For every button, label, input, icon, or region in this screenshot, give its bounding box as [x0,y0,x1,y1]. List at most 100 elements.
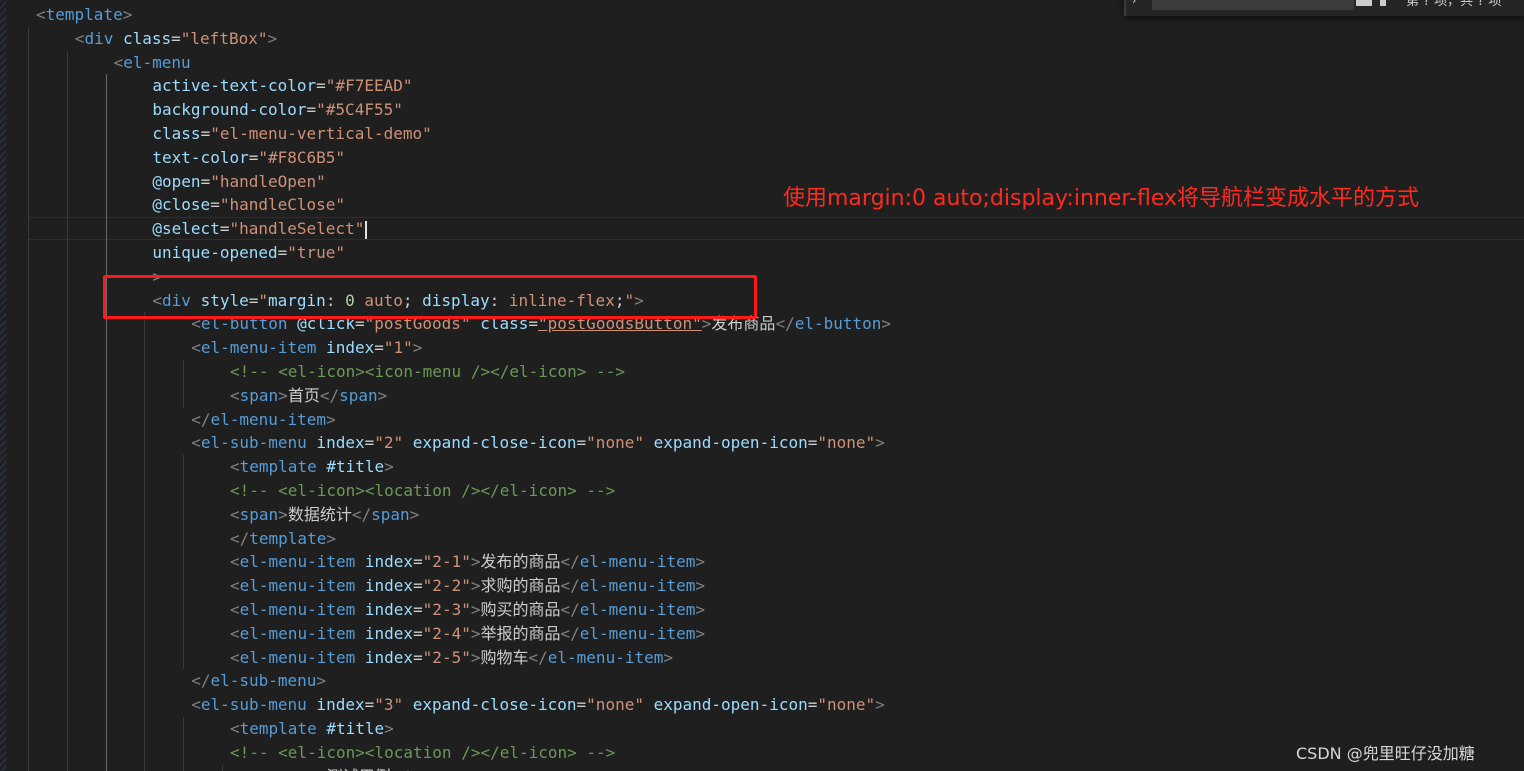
code-token: = [306,100,317,120]
code-line[interactable]: <template #title> [230,717,394,741]
code-token: el-menu-item [579,600,696,619]
code-token: span [278,767,317,771]
code-token: > [317,767,327,771]
code-token: "true" [287,243,346,262]
annotation-text: 使用margin:0 auto;display:inner-flex将导航栏变成… [783,186,1419,211]
code-token: "2-3" [422,600,471,619]
code-token: </ [560,600,580,619]
code-token: "2-1" [422,552,471,572]
code-token: > [412,338,423,358]
code-line[interactable]: <el-menu-item index="1"> [191,336,422,360]
code-line[interactable]: active-text-color="#F7EEAD" [152,74,412,98]
code-line[interactable]: @open="handleOpen" [152,170,325,194]
find-toggle-icon[interactable]: › [1132,0,1136,7]
code-token: < [230,385,240,405]
code-token: = [413,623,423,643]
code-line[interactable]: <span>数据统计</span> [230,503,419,527]
code-token: < [230,504,240,524]
code-token: "none" [586,433,644,453]
code-line[interactable]: class="el-menu-vertical-demo" [152,122,431,146]
indent-guide [144,312,146,771]
code-token: < [230,623,240,643]
code-line[interactable]: </el-menu-item> [191,408,336,432]
indent-guide [66,50,68,771]
match-case-icon[interactable] [1356,0,1372,6]
code-token: "handleClose" [219,195,346,215]
code-line[interactable]: <span>测试用例</ [269,765,410,771]
code-line[interactable]: <el-menu-item index="2-4">举报的商品</el-menu… [230,622,705,646]
code-token: > [663,647,673,667]
code-token: > [695,576,705,596]
code-line[interactable]: <div class="leftBox"> [75,27,277,51]
code-line[interactable]: @select="handleSelect" [152,217,368,241]
code-token: index [355,647,414,667]
code-token: index [316,338,375,358]
code-token: < [230,576,240,596]
code-line[interactable]: <span>首页</span> [230,384,387,408]
code-token: > [267,28,278,48]
code-token: </ [528,647,548,667]
code-token: el-menu-item [579,552,696,572]
code-token: 数据统计 [287,504,352,524]
code-line[interactable]: <!-- <el-icon><location /></el-icon> --> [230,479,615,503]
code-line[interactable]: <el-sub-menu index="2" expand-close-icon… [191,431,885,455]
code-token: el-sub-menu [210,671,317,691]
code-line[interactable]: </template> [230,527,336,551]
code-line[interactable]: <el-menu-item index="2-1">发布的商品</el-menu… [230,550,705,574]
code-editor[interactable]: <template> <div class="leftBox"> <el-menu a… [0,0,1524,771]
code-token: < [230,457,240,477]
code-token: el-menu-item [239,647,356,667]
code-token: "#5C4F55" [316,100,403,120]
code-line[interactable]: <el-sub-menu index="3" expand-close-icon… [191,693,885,717]
code-token: <!-- <el-icon><location /></el-icon> --> [230,742,616,762]
code-token: < [191,338,201,358]
code-token: "1" [383,338,413,358]
highlight-box [103,275,757,319]
code-token: = [200,124,211,143]
code-token: = [364,695,375,715]
code-token: class [152,124,201,143]
code-token: el-menu-item [210,409,327,429]
code-token: = [413,647,423,667]
code-token: </ [391,767,410,771]
code-token: el-menu-item [239,552,356,572]
code-token: = [374,338,384,358]
code-token: </ [319,385,340,405]
code-token: = [413,552,423,572]
find-input[interactable] [1152,0,1354,10]
code-line[interactable]: <el-menu [114,51,191,75]
code-line[interactable]: @close="handleClose" [152,193,345,217]
code-token: 举报的商品 [480,623,561,643]
code-token: > [875,695,885,715]
code-token: 首页 [287,385,320,405]
code-line[interactable]: </el-sub-menu> [191,669,326,693]
code-token: <!-- <el-icon><location /></el-icon> --> [230,481,616,500]
code-line[interactable]: text-color="#F8C6B5" [152,146,345,170]
code-token: el-menu-item [579,576,696,596]
code-line[interactable]: <template> [36,3,132,27]
code-line[interactable]: <template #title> [230,455,394,479]
code-line[interactable]: <el-menu-item index="2-3">购买的商品</el-menu… [230,598,705,622]
code-line[interactable]: background-color="#5C4F55" [152,98,402,122]
code-token: = [576,433,587,453]
code-token: > [122,5,133,24]
find-widget[interactable]: › 第 ? 项，共 ? 项 [1124,0,1524,16]
code-line[interactable]: <!-- <el-icon><icon-menu /></el-icon> --… [230,360,625,384]
code-token: > [326,409,336,429]
code-token: < [36,5,46,24]
code-token: </ [560,576,580,596]
code-line[interactable]: <el-menu-item index="2-2">求购的商品</el-menu… [230,574,705,598]
code-line[interactable]: <!-- <el-icon><location /></el-icon> --> [230,741,615,765]
regex-icon[interactable] [1380,0,1386,6]
code-token: "none" [817,433,876,453]
code-token: 测试用例 [327,767,391,771]
code-token: < [74,28,85,48]
indent-guide [183,360,185,408]
code-line[interactable]: unique-opened="true" [152,241,345,265]
indent-guide [28,26,29,771]
code-token: background-color [152,100,307,120]
indent-guide [183,455,185,670]
code-token: < [113,52,124,72]
code-token: < [230,719,240,738]
code-line[interactable]: <el-menu-item index="2-5">购物车</el-menu-i… [230,646,673,670]
